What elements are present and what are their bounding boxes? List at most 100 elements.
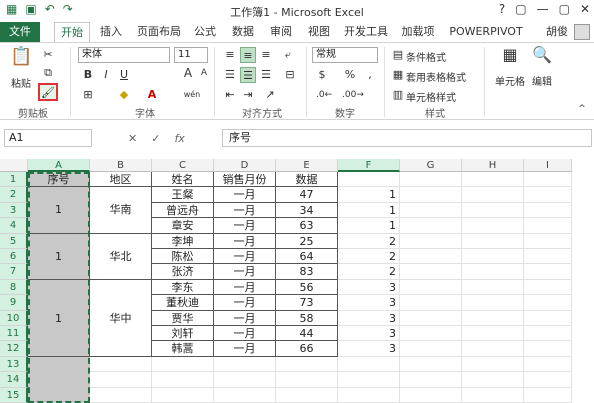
decrease-indent-icon[interactable]: ⇤	[222, 87, 238, 103]
editing-icon[interactable]: 🔍	[530, 47, 554, 71]
cell[interactable]	[400, 279, 462, 296]
cell[interactable]	[524, 249, 572, 265]
user-account[interactable]: 胡俊	[546, 22, 590, 42]
merged-region-cell[interactable]: 华南	[90, 187, 152, 234]
increase-indent-icon[interactable]: ⇥	[240, 87, 256, 103]
column-header-a[interactable]: A	[28, 159, 90, 172]
help-button[interactable]: ?	[499, 2, 505, 16]
italic-button[interactable]: I	[98, 67, 114, 83]
row-header-11[interactable]: 11	[0, 326, 28, 342]
cell[interactable]	[524, 172, 572, 188]
tab-formulas[interactable]: 公式	[190, 22, 220, 42]
phonetic-icon[interactable]: wén	[180, 87, 204, 103]
select-all-corner[interactable]	[0, 159, 28, 172]
cell[interactable]	[462, 310, 524, 326]
column-header-h[interactable]: H	[462, 159, 524, 172]
cells-icon[interactable]: ▦	[498, 47, 522, 71]
collapse-ribbon-icon[interactable]: ^	[574, 101, 590, 117]
helper-cell[interactable]: 2	[338, 249, 400, 265]
cell[interactable]	[90, 356, 152, 373]
cell[interactable]	[338, 172, 400, 188]
table-header-cell[interactable]: 姓名	[152, 172, 214, 188]
align-middle-icon[interactable]: ≡	[240, 47, 256, 63]
cell[interactable]	[462, 172, 524, 188]
value-cell[interactable]: 66	[276, 341, 338, 357]
cell[interactable]	[400, 387, 462, 403]
paste-icon[interactable]: 📋	[10, 48, 32, 73]
cell[interactable]	[462, 372, 524, 388]
cell[interactable]	[462, 387, 524, 403]
name-cell[interactable]: 陈松	[152, 249, 214, 265]
merged-seq-cell[interactable]: 1	[28, 279, 90, 357]
value-cell[interactable]: 83	[276, 264, 338, 280]
month-cell[interactable]: 一月	[214, 202, 276, 219]
row-header-7[interactable]: 7	[0, 264, 28, 280]
name-cell[interactable]: 李坤	[152, 233, 214, 249]
row-header-3[interactable]: 3	[0, 202, 28, 219]
align-center-icon[interactable]: ☰	[240, 67, 256, 83]
cell[interactable]	[524, 218, 572, 234]
name-cell[interactable]: 董秋迪	[152, 295, 214, 311]
cell[interactable]	[524, 326, 572, 342]
align-bottom-icon[interactable]: ≡	[258, 47, 274, 63]
fx-icon[interactable]: fx	[174, 132, 184, 145]
conditional-format-button[interactable]: 条件格式	[406, 49, 446, 64]
name-cell[interactable]: 王粲	[152, 187, 214, 203]
merged-region-cell[interactable]: 华北	[90, 233, 152, 280]
cell[interactable]	[400, 187, 462, 203]
cell[interactable]	[152, 356, 214, 373]
cell[interactable]	[400, 233, 462, 249]
increase-decimal-icon[interactable]: .0←	[316, 87, 332, 103]
merge-center-icon[interactable]: ⊟	[280, 67, 300, 83]
ribbon-display-button[interactable]: ▢	[515, 2, 526, 16]
fill-color-icon[interactable]: ◆	[116, 87, 132, 103]
cell[interactable]	[524, 295, 572, 311]
row-header-4[interactable]: 4	[0, 218, 28, 234]
align-top-icon[interactable]: ≡	[222, 47, 238, 63]
number-format-select[interactable]: 常规	[312, 47, 378, 63]
name-cell[interactable]: 李东	[152, 279, 214, 296]
month-cell[interactable]: 一月	[214, 326, 276, 342]
column-header-f[interactable]: F	[338, 159, 400, 172]
cell[interactable]	[400, 264, 462, 280]
cell[interactable]	[338, 387, 400, 403]
merged-seq-cell[interactable]: 1	[28, 187, 90, 234]
font-name-select[interactable]: 宋体	[78, 47, 170, 63]
helper-cell[interactable]: 2	[338, 264, 400, 280]
editing-button[interactable]: 编辑	[526, 73, 558, 88]
cell[interactable]	[524, 310, 572, 326]
percent-button[interactable]: %	[342, 67, 358, 83]
cell[interactable]	[524, 202, 572, 219]
font-color-icon[interactable]: A	[144, 87, 160, 103]
cell[interactable]	[338, 372, 400, 388]
value-cell[interactable]: 44	[276, 326, 338, 342]
formula-input[interactable]: 序号	[222, 129, 592, 147]
helper-cell[interactable]: 1	[338, 202, 400, 219]
cell[interactable]	[400, 356, 462, 373]
tab-data[interactable]: 数据	[228, 22, 258, 42]
name-cell[interactable]: 张济	[152, 264, 214, 280]
cell-styles-button[interactable]: 单元格样式	[406, 89, 456, 104]
cell[interactable]	[524, 356, 572, 373]
month-cell[interactable]: 一月	[214, 310, 276, 326]
tab-file[interactable]: 文件	[0, 22, 40, 42]
month-cell[interactable]: 一月	[214, 295, 276, 311]
tab-powerpivot[interactable]: POWERPIVOT	[448, 22, 524, 42]
column-header-e[interactable]: E	[276, 159, 338, 172]
helper-cell[interactable]: 1	[338, 187, 400, 203]
cell[interactable]	[524, 372, 572, 388]
helper-cell[interactable]: 1	[338, 218, 400, 234]
paste-button[interactable]: 粘贴	[6, 75, 36, 90]
helper-cell[interactable]: 3	[338, 326, 400, 342]
value-cell[interactable]: 47	[276, 187, 338, 203]
month-cell[interactable]: 一月	[214, 341, 276, 357]
cell[interactable]	[462, 356, 524, 373]
cell[interactable]	[462, 295, 524, 311]
cell[interactable]	[400, 202, 462, 219]
helper-cell[interactable]: 3	[338, 310, 400, 326]
table-header-cell[interactable]: 数据	[276, 172, 338, 188]
column-header-g[interactable]: G	[400, 159, 462, 172]
value-cell[interactable]: 64	[276, 249, 338, 265]
bold-button[interactable]: B	[80, 67, 96, 83]
border-icon[interactable]: ⊞	[80, 87, 96, 103]
